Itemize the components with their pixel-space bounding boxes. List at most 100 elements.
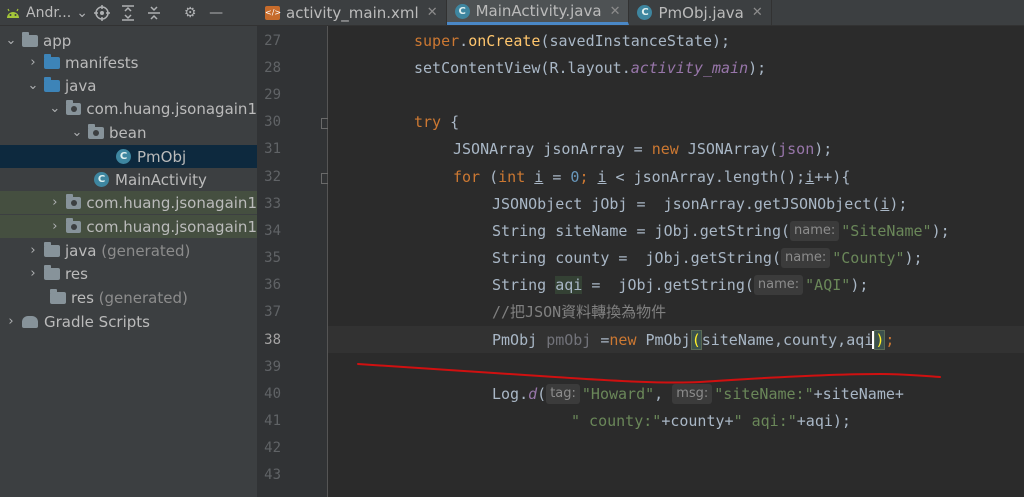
editor-tabs: </> activity_main.xml ✕ C MainActivity.j… <box>257 0 1024 26</box>
tab-label: MainActivity.java <box>475 2 602 20</box>
close-icon[interactable]: ✕ <box>427 5 438 20</box>
chevron-right-icon[interactable]: › <box>4 314 18 329</box>
code-line-37: //把JSON資料轉換為物件 <box>328 298 1024 325</box>
android-icon[interactable] <box>0 0 26 25</box>
minimize-icon[interactable]: — <box>203 0 229 25</box>
close-icon[interactable]: ✕ <box>610 4 621 19</box>
close-icon[interactable]: ✕ <box>752 5 763 20</box>
line-number: 43 <box>264 467 281 483</box>
tree-item-suffix: (generated) <box>98 288 188 307</box>
expand-all-icon[interactable] <box>115 0 141 25</box>
tree-item-label: com.huang.jsonagain1 <box>86 99 257 118</box>
code-token: i <box>805 167 815 186</box>
code-token: "Howard" <box>581 384 655 403</box>
package-icon <box>65 99 82 115</box>
chevron-right-icon[interactable]: › <box>26 243 40 258</box>
project-view-selector[interactable]: Andr... <box>26 5 71 21</box>
chevron-down-icon[interactable]: ⌄ <box>75 0 89 25</box>
line-number: 36 <box>264 277 281 293</box>
code-token: String siteName = jObj.getString( <box>492 221 791 240</box>
tree-item-label: Gradle Scripts <box>44 312 150 331</box>
code-token: JSONArray jsonArray = <box>453 139 652 158</box>
code-token: Log. <box>492 384 529 403</box>
collapse-all-icon[interactable] <box>141 0 167 25</box>
code-token: aqi <box>555 275 583 294</box>
gradle-icon <box>22 315 38 328</box>
parameter-hint: msg: <box>672 383 713 404</box>
parameter-hint: name: <box>790 220 840 241</box>
code-line-33: JSONObject jObj = jsonArray.getJSONObjec… <box>328 190 1024 217</box>
tree-item-java[interactable]: ⌄ java <box>0 74 257 97</box>
package-icon <box>88 123 104 139</box>
code-token: +siteName+ <box>813 384 904 403</box>
class-icon: C <box>637 5 653 20</box>
resource-folder-icon <box>44 264 60 280</box>
package-icon <box>65 193 82 209</box>
tree-item-mainactivity[interactable]: C MainActivity <box>0 168 257 191</box>
code-token: new <box>651 139 679 158</box>
tree-item-java-generated[interactable]: › java (generated) <box>0 239 257 262</box>
chevron-down-icon[interactable]: ⌄ <box>26 78 40 93</box>
line-number: 37 <box>264 304 281 320</box>
chevron-right-icon[interactable]: › <box>48 219 62 234</box>
locate-icon[interactable] <box>89 0 115 25</box>
code-token: = jObj.getString( <box>582 275 754 294</box>
code-line-27: super. onCreate (savedInstanceState); <box>328 27 1024 54</box>
tree-item-res-generated[interactable]: res (generated) <box>0 286 257 309</box>
line-number: 32 <box>264 169 281 185</box>
tree-item-label: com.huang.jsonagain1 <box>86 217 257 236</box>
code-line-36: String aqi = jObj.getString(name: "AQI"); <box>328 271 1024 298</box>
code-token: PmObj <box>492 330 547 349</box>
code-token: ); <box>889 194 908 213</box>
tab-label: activity_main.xml <box>286 3 419 22</box>
code-token: (savedInstanceState); <box>540 31 731 50</box>
tab-pmobj-java[interactable]: C PmObj.java ✕ <box>629 0 772 25</box>
code-line-31: JSONArray jsonArray = new JSONArray(json… <box>328 135 1024 162</box>
code-token: super <box>414 31 460 50</box>
chevron-right-icon[interactable]: › <box>26 266 40 281</box>
tree-item-package-test[interactable]: › com.huang.jsonagain1 <box>0 215 257 238</box>
code-line-30: try { <box>328 108 1024 135</box>
line-number: 38 <box>264 332 281 348</box>
line-number: 39 <box>264 359 281 375</box>
code-token: ( <box>480 167 499 186</box>
code-token: . <box>459 31 469 50</box>
tree-item-pmobj[interactable]: C PmObj <box>0 145 257 168</box>
code-token: pmObj <box>546 330 592 349</box>
module-folder-icon <box>22 31 38 47</box>
gear-icon[interactable]: ⚙ <box>177 0 203 25</box>
chevron-right-icon[interactable]: › <box>48 195 62 210</box>
code-token: "siteName:" <box>714 384 814 403</box>
code-token: ; <box>579 167 598 186</box>
code-token: +aqi); <box>796 411 851 430</box>
code-token: activity_main <box>630 58 749 77</box>
chevron-down-icon[interactable]: ⌄ <box>4 33 18 48</box>
code-token: " county:" <box>571 411 662 430</box>
code-token: JSONObject jObj = jsonArray.getJSONObjec… <box>492 194 881 213</box>
tree-item-bean[interactable]: ⌄ bean <box>0 121 257 144</box>
folder-icon <box>44 53 60 69</box>
tab-label: PmObj.java <box>658 3 744 22</box>
tree-item-package-main[interactable]: ⌄ com.huang.jsonagain1 <box>0 97 257 120</box>
tab-activity-main-xml[interactable]: </> activity_main.xml ✕ <box>257 0 447 25</box>
code-token: "County" <box>832 248 905 267</box>
tree-item-package-androidtest[interactable]: › com.huang.jsonagain1 <box>0 191 257 214</box>
chevron-down-icon[interactable]: ⌄ <box>48 101 62 116</box>
tree-item-manifests[interactable]: › manifests <box>0 51 257 74</box>
chevron-right-icon[interactable]: › <box>26 55 40 70</box>
editor-gutter[interactable]: 27 28 29 30 31 32 33 34 35 36 37 38 39 4… <box>257 26 355 497</box>
tab-mainactivity-java[interactable]: C MainActivity.java ✕ <box>446 0 630 25</box>
line-number: 34 <box>264 223 281 239</box>
chevron-down-icon[interactable]: ⌄ <box>70 125 84 140</box>
resource-folder-icon <box>50 288 66 304</box>
code-token: 0 <box>570 167 580 186</box>
code-editor[interactable]: super. onCreate (savedInstanceState); setC… <box>328 26 1024 497</box>
code-token: ( <box>537 384 547 403</box>
tree-item-app[interactable]: ⌄ app <box>0 29 257 52</box>
code-line-32: for (int i = 0; i < jsonArray.length(); i… <box>328 163 1024 190</box>
tree-item-gradle-scripts[interactable]: › Gradle Scripts <box>0 310 257 333</box>
line-number: 31 <box>264 141 281 157</box>
tree-item-label: app <box>43 31 72 50</box>
tree-item-res[interactable]: › res <box>0 262 257 285</box>
code-line-34: String siteName = jObj.getString(name: "S… <box>328 217 1024 244</box>
